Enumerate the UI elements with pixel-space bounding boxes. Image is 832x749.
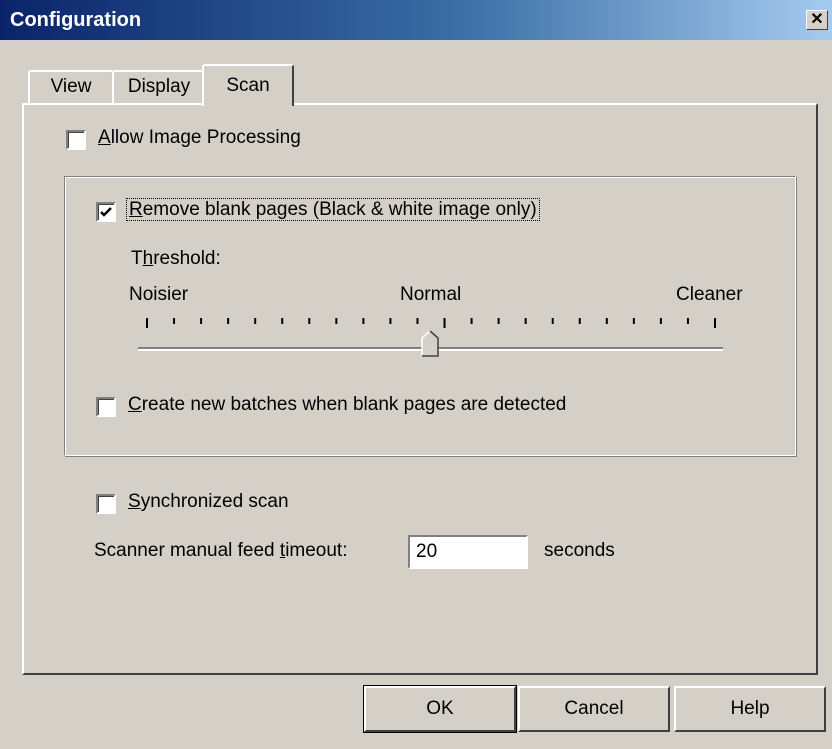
allow-image-processing-label: Allow Image Processing [98, 127, 301, 148]
create-batches-label: Create new batches when blank pages are … [128, 394, 567, 415]
help-button[interactable]: Help [674, 686, 826, 732]
slider-tick [146, 318, 148, 328]
timeout-label: Scanner manual feed timeout: [94, 540, 348, 561]
slider-tick [605, 318, 608, 324]
slider-tick [416, 318, 419, 324]
slider-tick [335, 318, 338, 324]
slider-tick [497, 318, 500, 324]
synchronized-scan-checkbox[interactable] [96, 494, 116, 514]
timeout-unit-label: seconds [544, 540, 615, 561]
slider-tick [362, 318, 365, 324]
slider-ticks [146, 318, 716, 328]
slider-tick [200, 318, 203, 324]
slider-tick [281, 318, 284, 324]
slider-mid-label: Normal [400, 284, 462, 305]
timeout-input[interactable] [408, 535, 528, 569]
slider-tick [389, 318, 392, 324]
slider-tick [686, 318, 689, 324]
slider-tick [254, 318, 257, 324]
allow-image-processing-checkbox[interactable] [66, 130, 86, 150]
slider-tick [632, 318, 635, 324]
slider-tick [659, 318, 662, 324]
slider-tick [470, 318, 473, 324]
slider-tick [578, 318, 581, 324]
cancel-button[interactable]: Cancel [518, 686, 670, 732]
remove-blank-pages-checkbox[interactable] [96, 202, 116, 222]
slider-tick [443, 318, 446, 328]
ok-button[interactable]: OK [363, 685, 517, 733]
slider-min-label: Noisier [129, 284, 189, 305]
tab-display[interactable]: Display [112, 70, 206, 104]
slider-max-label: Cleaner [676, 284, 743, 305]
slider-tick [173, 318, 176, 324]
close-button[interactable]: ✕ [806, 10, 828, 30]
slider-tick [714, 318, 716, 328]
checkmark-icon [100, 207, 112, 217]
threshold-slider[interactable] [130, 314, 730, 364]
tab-scan[interactable]: Scan [202, 64, 294, 106]
window-title: Configuration [10, 9, 142, 31]
tab-view-label: View [50, 76, 92, 97]
tab-scan-label: Scan [226, 75, 270, 96]
slider-tick [227, 318, 230, 324]
tab-display-label: Display [127, 76, 191, 97]
slider-tick [308, 318, 311, 324]
synchronized-scan-label: Synchronized scan [128, 491, 289, 512]
create-batches-checkbox[interactable] [96, 397, 116, 417]
remove-blank-pages-label: Remove blank pages (Black & white image … [126, 198, 540, 221]
slider-tick [551, 318, 554, 324]
threshold-label: Threshold: [131, 248, 221, 269]
slider-tick [524, 318, 527, 324]
slider-thumb[interactable] [421, 330, 439, 357]
tab-view[interactable]: View [28, 70, 114, 104]
close-icon: ✕ [810, 11, 824, 28]
